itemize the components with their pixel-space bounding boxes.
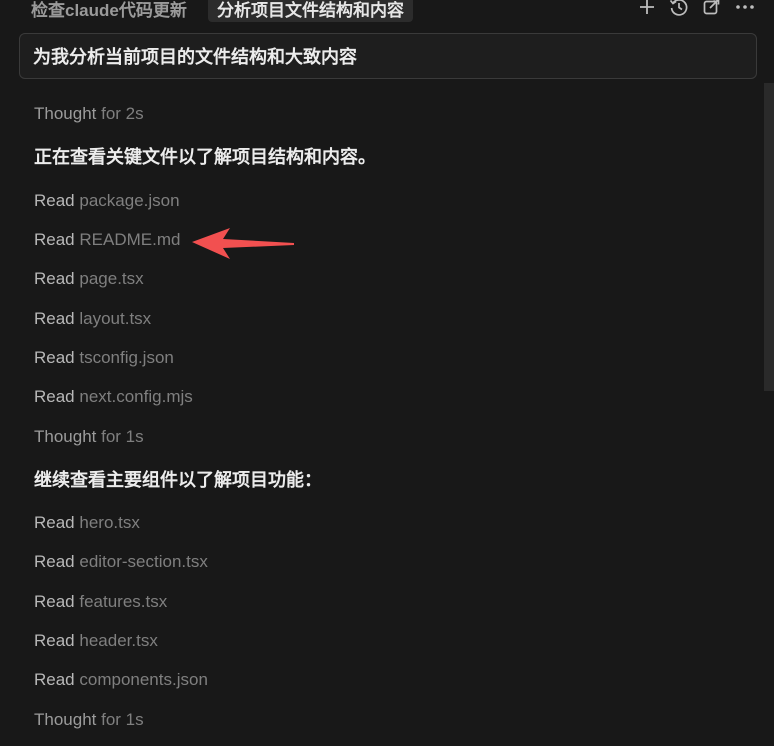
thought-keyword: Thought [34,427,97,446]
read-keyword: Read [34,387,75,406]
share-icon[interactable] [701,0,723,18]
user-prompt[interactable]: 为我分析当前项目的文件结构和大致内容 [19,33,757,79]
thought-line[interactable]: Thought for 2s [34,103,144,125]
thought-duration: for 1s [101,710,144,729]
read-line-header[interactable]: Read header.tsx [34,630,158,652]
history-icon[interactable] [668,0,690,18]
tab-bar: 检查claude代码更新 分析项目文件结构和内容 [0,0,774,24]
read-file: layout.tsx [79,309,152,328]
read-file: components.json [79,670,208,689]
plus-icon[interactable] [636,0,658,18]
read-line-features[interactable]: Read features.tsx [34,591,167,613]
read-line-page-tsx[interactable]: Read page.tsx [34,268,144,290]
read-file: editor-section.tsx [79,552,208,571]
read-file: package.json [79,191,180,210]
read-keyword: Read [34,269,75,288]
read-line-tsconfig[interactable]: Read tsconfig.json [34,347,174,369]
read-line-package-json[interactable]: Read package.json [34,190,180,212]
read-keyword: Read [34,348,75,367]
read-file: hero.tsx [79,513,140,532]
chat-panel: 检查claude代码更新 分析项目文件结构和内容 为我分析当前项目的文件结构和大… [0,0,774,746]
tab-analyze-project[interactable]: 分析项目文件结构和内容 [208,0,413,22]
thought-duration: for 2s [101,104,144,123]
read-line-editor-section[interactable]: Read editor-section.tsx [34,551,208,573]
read-keyword: Read [34,309,75,328]
tab-check-claude-update[interactable]: 检查claude代码更新 [31,0,187,22]
read-file: next.config.mjs [79,387,193,406]
assistant-message: 继续查看主要组件以了解项目功能： [34,470,322,490]
read-keyword: Read [34,552,75,571]
read-keyword: Read [34,670,75,689]
assistant-message: 正在查看关键文件以了解项目结构和内容。 [34,147,376,167]
read-keyword: Read [34,631,75,650]
read-file: README.md [79,230,181,249]
annotation-arrow-icon [192,228,294,259]
read-line-hero[interactable]: Read hero.tsx [34,512,140,534]
read-file: features.tsx [79,592,168,611]
read-file: tsconfig.json [79,348,174,367]
read-file: page.tsx [79,269,144,288]
read-keyword: Read [34,592,75,611]
user-prompt-text: 为我分析当前项目的文件结构和大致内容 [33,47,357,67]
read-line-readme[interactable]: Read README.md [34,229,180,251]
read-line-layout-tsx[interactable]: Read layout.tsx [34,308,151,330]
thought-duration: for 1s [101,427,144,446]
read-keyword: Read [34,230,75,249]
read-line-next-config[interactable]: Read next.config.mjs [34,386,193,408]
read-keyword: Read [34,191,75,210]
read-line-components-json[interactable]: Read components.json [34,669,208,691]
scrollbar-thumb[interactable] [764,83,774,391]
thought-keyword: Thought [34,710,97,729]
read-keyword: Read [34,513,75,532]
read-file: header.tsx [79,631,158,650]
thought-line[interactable]: Thought for 1s [34,426,144,448]
more-icon[interactable] [734,0,756,18]
thought-line[interactable]: Thought for 1s [34,709,144,731]
thought-keyword: Thought [34,104,97,123]
